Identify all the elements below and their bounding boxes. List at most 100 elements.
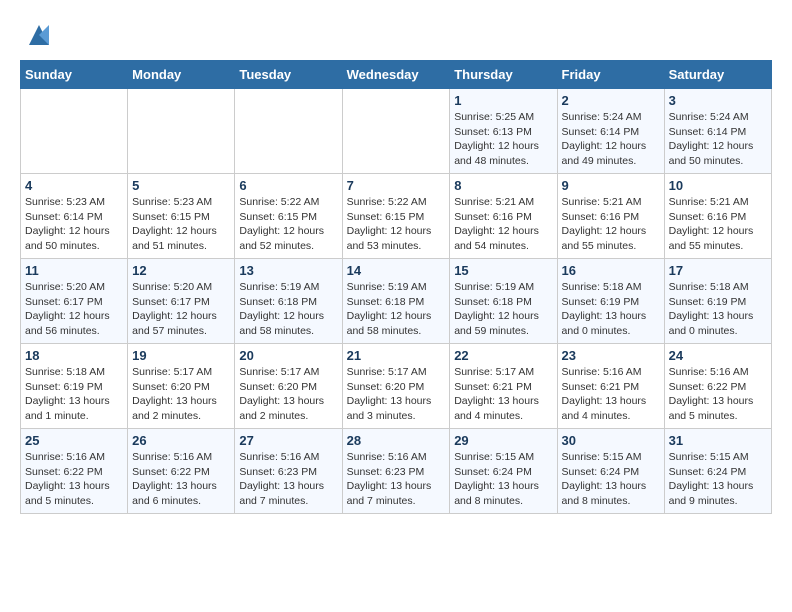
day-cell: 25 Sunrise: 5:16 AM Sunset: 6:22 PM Dayli… (21, 429, 128, 514)
day-cell: 30Sunrise: 5:15 AM Sunset: 6:24 PM Dayli… (557, 429, 664, 514)
week-row-4: 18 Sunrise: 5:18 AM Sunset: 6:19 PM Dayli… (21, 344, 772, 429)
day-number: 9 (562, 178, 660, 193)
day-info: Sunrise: 5:17 AM Sunset: 6:20 PM Dayligh… (132, 365, 230, 424)
day-number: 28 (347, 433, 446, 448)
day-number: 31 (669, 433, 767, 448)
day-number: 11 (25, 263, 123, 278)
day-number: 14 (347, 263, 446, 278)
day-info: Sunrise: 5:16 AM Sunset: 6:22 PM Dayligh… (25, 450, 123, 509)
day-cell: 16 Sunrise: 5:18 AM Sunset: 6:19 PM Dayli… (557, 259, 664, 344)
day-number: 2 (562, 93, 660, 108)
day-info: Sunrise: 5:17 AM Sunset: 6:21 PM Dayligh… (454, 365, 552, 424)
day-cell: 18 Sunrise: 5:18 AM Sunset: 6:19 PM Dayli… (21, 344, 128, 429)
week-row-5: 25 Sunrise: 5:16 AM Sunset: 6:22 PM Dayli… (21, 429, 772, 514)
day-cell: 6 Sunrise: 5:22 AM Sunset: 6:15 PM Daylig… (235, 174, 342, 259)
day-cell (235, 89, 342, 174)
logo (20, 20, 54, 50)
week-row-1: 1Sunrise: 5:25 AM Sunset: 6:13 PM Daylig… (21, 89, 772, 174)
col-header-wednesday: Wednesday (342, 61, 450, 89)
day-number: 4 (25, 178, 123, 193)
day-info: Sunrise: 5:23 AM Sunset: 6:15 PM Dayligh… (132, 195, 230, 254)
day-info: Sunrise: 5:16 AM Sunset: 6:23 PM Dayligh… (239, 450, 337, 509)
week-row-3: 11 Sunrise: 5:20 AM Sunset: 6:17 PM Dayli… (21, 259, 772, 344)
col-header-monday: Monday (128, 61, 235, 89)
day-number: 24 (669, 348, 767, 363)
day-info: Sunrise: 5:17 AM Sunset: 6:20 PM Dayligh… (239, 365, 337, 424)
day-number: 26 (132, 433, 230, 448)
day-cell: 28 Sunrise: 5:16 AM Sunset: 6:23 PM Dayli… (342, 429, 450, 514)
day-number: 18 (25, 348, 123, 363)
day-info: Sunrise: 5:16 AM Sunset: 6:22 PM Dayligh… (669, 365, 767, 424)
day-cell: 7 Sunrise: 5:22 AM Sunset: 6:15 PM Daylig… (342, 174, 450, 259)
day-number: 12 (132, 263, 230, 278)
day-number: 3 (669, 93, 767, 108)
day-cell: 3 Sunrise: 5:24 AM Sunset: 6:14 PM Daylig… (664, 89, 771, 174)
day-number: 25 (25, 433, 123, 448)
day-number: 10 (669, 178, 767, 193)
day-cell: 5 Sunrise: 5:23 AM Sunset: 6:15 PM Daylig… (128, 174, 235, 259)
day-info: Sunrise: 5:17 AM Sunset: 6:20 PM Dayligh… (347, 365, 446, 424)
day-cell: 4 Sunrise: 5:23 AM Sunset: 6:14 PM Daylig… (21, 174, 128, 259)
day-info: Sunrise: 5:22 AM Sunset: 6:15 PM Dayligh… (239, 195, 337, 254)
day-cell: 9 Sunrise: 5:21 AM Sunset: 6:16 PM Daylig… (557, 174, 664, 259)
day-cell: 15 Sunrise: 5:19 AM Sunset: 6:18 PM Dayli… (450, 259, 557, 344)
col-header-saturday: Saturday (664, 61, 771, 89)
day-cell (128, 89, 235, 174)
day-cell: 8 Sunrise: 5:21 AM Sunset: 6:16 PM Daylig… (450, 174, 557, 259)
day-cell: 27 Sunrise: 5:16 AM Sunset: 6:23 PM Dayli… (235, 429, 342, 514)
day-info: Sunrise: 5:19 AM Sunset: 6:18 PM Dayligh… (454, 280, 552, 339)
day-cell: 12 Sunrise: 5:20 AM Sunset: 6:17 PM Dayli… (128, 259, 235, 344)
day-cell: 20 Sunrise: 5:17 AM Sunset: 6:20 PM Dayli… (235, 344, 342, 429)
day-number: 6 (239, 178, 337, 193)
day-number: 30 (562, 433, 660, 448)
day-info: Sunrise: 5:21 AM Sunset: 6:16 PM Dayligh… (454, 195, 552, 254)
day-info: Sunrise: 5:20 AM Sunset: 6:17 PM Dayligh… (25, 280, 123, 339)
day-number: 5 (132, 178, 230, 193)
day-cell: 29Sunrise: 5:15 AM Sunset: 6:24 PM Dayli… (450, 429, 557, 514)
day-number: 1 (454, 93, 552, 108)
day-cell (342, 89, 450, 174)
week-row-2: 4 Sunrise: 5:23 AM Sunset: 6:14 PM Daylig… (21, 174, 772, 259)
day-info: Sunrise: 5:21 AM Sunset: 6:16 PM Dayligh… (562, 195, 660, 254)
day-number: 22 (454, 348, 552, 363)
day-info: Sunrise: 5:19 AM Sunset: 6:18 PM Dayligh… (239, 280, 337, 339)
day-info: Sunrise: 5:24 AM Sunset: 6:14 PM Dayligh… (669, 110, 767, 169)
day-cell: 21 Sunrise: 5:17 AM Sunset: 6:20 PM Dayli… (342, 344, 450, 429)
day-number: 15 (454, 263, 552, 278)
day-info: Sunrise: 5:16 AM Sunset: 6:23 PM Dayligh… (347, 450, 446, 509)
day-info: Sunrise: 5:24 AM Sunset: 6:14 PM Dayligh… (562, 110, 660, 169)
day-cell: 1Sunrise: 5:25 AM Sunset: 6:13 PM Daylig… (450, 89, 557, 174)
day-number: 8 (454, 178, 552, 193)
day-cell: 2 Sunrise: 5:24 AM Sunset: 6:14 PM Daylig… (557, 89, 664, 174)
day-info: Sunrise: 5:22 AM Sunset: 6:15 PM Dayligh… (347, 195, 446, 254)
day-info: Sunrise: 5:20 AM Sunset: 6:17 PM Dayligh… (132, 280, 230, 339)
calendar-table: SundayMondayTuesdayWednesdayThursdayFrid… (20, 60, 772, 514)
day-cell: 31 Sunrise: 5:15 AM Sunset: 6:24 PM Dayli… (664, 429, 771, 514)
day-number: 13 (239, 263, 337, 278)
day-number: 21 (347, 348, 446, 363)
day-cell: 13 Sunrise: 5:19 AM Sunset: 6:18 PM Dayli… (235, 259, 342, 344)
day-info: Sunrise: 5:18 AM Sunset: 6:19 PM Dayligh… (562, 280, 660, 339)
day-number: 7 (347, 178, 446, 193)
col-header-friday: Friday (557, 61, 664, 89)
day-info: Sunrise: 5:18 AM Sunset: 6:19 PM Dayligh… (25, 365, 123, 424)
day-cell: 19Sunrise: 5:17 AM Sunset: 6:20 PM Dayli… (128, 344, 235, 429)
day-info: Sunrise: 5:18 AM Sunset: 6:19 PM Dayligh… (669, 280, 767, 339)
day-cell: 24 Sunrise: 5:16 AM Sunset: 6:22 PM Dayli… (664, 344, 771, 429)
day-info: Sunrise: 5:19 AM Sunset: 6:18 PM Dayligh… (347, 280, 446, 339)
day-number: 29 (454, 433, 552, 448)
day-number: 27 (239, 433, 337, 448)
col-header-thursday: Thursday (450, 61, 557, 89)
day-info: Sunrise: 5:23 AM Sunset: 6:14 PM Dayligh… (25, 195, 123, 254)
day-cell: 11 Sunrise: 5:20 AM Sunset: 6:17 PM Dayli… (21, 259, 128, 344)
day-number: 20 (239, 348, 337, 363)
col-header-tuesday: Tuesday (235, 61, 342, 89)
day-cell: 23Sunrise: 5:16 AM Sunset: 6:21 PM Dayli… (557, 344, 664, 429)
header-row: SundayMondayTuesdayWednesdayThursdayFrid… (21, 61, 772, 89)
day-cell: 14 Sunrise: 5:19 AM Sunset: 6:18 PM Dayli… (342, 259, 450, 344)
day-number: 16 (562, 263, 660, 278)
day-info: Sunrise: 5:15 AM Sunset: 6:24 PM Dayligh… (669, 450, 767, 509)
day-info: Sunrise: 5:16 AM Sunset: 6:22 PM Dayligh… (132, 450, 230, 509)
logo-icon (24, 20, 54, 50)
day-cell: 22 Sunrise: 5:17 AM Sunset: 6:21 PM Dayli… (450, 344, 557, 429)
